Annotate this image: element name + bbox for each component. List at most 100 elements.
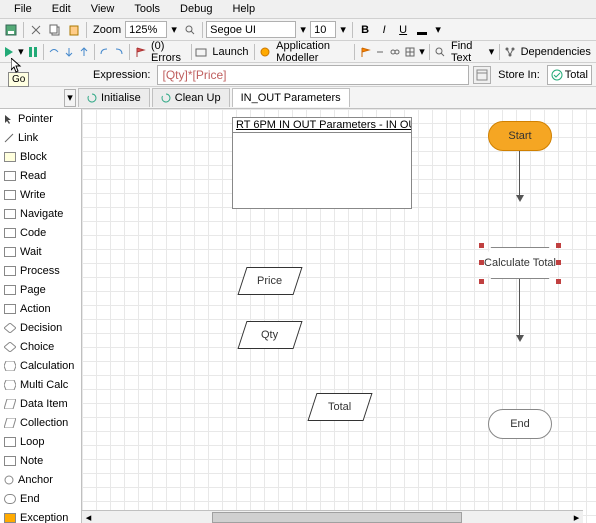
menu-edit[interactable]: Edit <box>42 1 81 17</box>
app-modeller-icon[interactable] <box>258 43 272 61</box>
step-out-icon[interactable] <box>77 43 91 61</box>
step-over-icon[interactable] <box>47 43 61 61</box>
app-modeller-label[interactable]: Application Modeller <box>273 40 351 64</box>
selection-handle[interactable] <box>479 243 484 248</box>
cut-icon[interactable] <box>27 21 45 39</box>
selection-handle[interactable] <box>556 243 561 248</box>
flag-icon[interactable] <box>358 43 372 61</box>
arrowhead-icon <box>516 335 524 342</box>
tool-decision[interactable]: Decision <box>0 318 81 337</box>
calculation-stage[interactable]: Calculate Total <box>482 247 558 279</box>
store-in-field[interactable]: Total <box>547 65 592 85</box>
redo-icon[interactable] <box>112 43 126 61</box>
toolbar-formatting: Zoom ▾ ▾ ▾ B I U ▾ <box>0 18 596 40</box>
selection-handle[interactable] <box>556 260 561 265</box>
step-into-icon[interactable] <box>62 43 76 61</box>
tool-data-item[interactable]: Data Item <box>0 394 81 413</box>
copy-icon[interactable] <box>46 21 64 39</box>
go-button[interactable] <box>2 43 16 61</box>
tool-navigate[interactable]: Navigate <box>0 204 81 223</box>
scroll-left-icon[interactable]: ◂ <box>82 511 95 523</box>
paste-icon[interactable] <box>65 21 83 39</box>
expression-builder-button[interactable] <box>473 66 491 84</box>
errors-flag-icon[interactable] <box>133 43 147 61</box>
save-icon[interactable] <box>2 21 20 39</box>
tool-read[interactable]: Read <box>0 166 81 185</box>
tool-code[interactable]: Code <box>0 223 81 242</box>
find-dropdown[interactable]: ▾ <box>487 43 496 61</box>
tool-process[interactable]: Process <box>0 261 81 280</box>
font-color-icon[interactable] <box>413 21 431 39</box>
canvas-area[interactable]: RT 6PM IN OUT Parameters - IN OUT Parame… <box>82 109 596 523</box>
menu-view[interactable]: View <box>81 1 125 17</box>
tool-end[interactable]: End <box>0 489 81 508</box>
search-icon[interactable] <box>181 21 199 39</box>
tool-note[interactable]: Note <box>0 451 81 470</box>
grid-icon[interactable] <box>403 43 417 61</box>
start-stage[interactable]: Start <box>488 121 552 151</box>
tool-anchor[interactable]: Anchor <box>0 470 81 489</box>
pause-button[interactable] <box>26 43 40 61</box>
selection-handle[interactable] <box>479 279 484 284</box>
tab-active[interactable]: IN_OUT Parameters <box>232 88 350 107</box>
zoom-input[interactable] <box>125 21 167 38</box>
tool-action[interactable]: Action <box>0 299 81 318</box>
go-dropdown[interactable]: ▾ <box>17 43 26 61</box>
data-item-price[interactable]: Price <box>242 267 298 295</box>
note-stage[interactable]: RT 6PM IN OUT Parameters - IN OUT Parame… <box>232 117 412 209</box>
font-size-input[interactable] <box>310 21 336 38</box>
tool-block[interactable]: Block <box>0 147 81 166</box>
selection-handle[interactable] <box>479 260 484 265</box>
tool-multi-calc[interactable]: Multi Calc <box>0 375 81 394</box>
dependencies-icon[interactable] <box>503 43 517 61</box>
dependencies-label[interactable]: Dependencies <box>518 46 594 58</box>
tab-list-dropdown[interactable]: ▾ <box>64 89 76 107</box>
tool-collection[interactable]: Collection <box>0 413 81 432</box>
tool-link[interactable]: Link <box>0 128 81 147</box>
data-item-total[interactable]: Total <box>312 393 368 421</box>
scroll-right-icon[interactable]: ▸ <box>570 511 583 523</box>
font-name-input[interactable] <box>206 21 296 38</box>
end-stage[interactable]: End <box>488 409 552 439</box>
font-name-dropdown[interactable]: ▾ <box>297 21 309 39</box>
menu-file[interactable]: File <box>4 1 42 17</box>
font-size-dropdown[interactable]: ▾ <box>337 21 349 39</box>
tool-page[interactable]: Page <box>0 280 81 299</box>
tool-pointer[interactable]: Pointer <box>0 109 81 128</box>
selection-handle[interactable] <box>556 279 561 284</box>
tool-exception[interactable]: Exception <box>0 508 81 523</box>
scrollbar-thumb[interactable] <box>212 512 462 523</box>
tool-wait[interactable]: Wait <box>0 242 81 261</box>
link-icon[interactable] <box>373 43 387 61</box>
tab-cleanup[interactable]: Clean Up <box>152 88 230 107</box>
font-color-dropdown[interactable]: ▾ <box>432 21 444 39</box>
bold-icon[interactable]: B <box>356 21 374 39</box>
menu-tools[interactable]: Tools <box>124 1 170 17</box>
chain-icon[interactable] <box>388 43 402 61</box>
menu-debug[interactable]: Debug <box>170 1 222 17</box>
canvas-grid[interactable]: RT 6PM IN OUT Parameters - IN OUT Parame… <box>82 109 596 523</box>
tool-choice[interactable]: Choice <box>0 337 81 356</box>
note-title: RT 6PM IN OUT Parameters - IN OUT Parame… <box>233 118 411 133</box>
find-text-label[interactable]: Find Text <box>448 40 486 64</box>
tab-initialise[interactable]: Initialise <box>78 88 150 107</box>
undo-icon[interactable] <box>97 43 111 61</box>
expression-input[interactable] <box>157 65 469 85</box>
zoom-label: Zoom <box>90 24 124 36</box>
errors-label[interactable]: (0) Errors <box>148 40 188 64</box>
underline-icon[interactable]: U <box>394 21 412 39</box>
find-icon[interactable] <box>433 43 447 61</box>
tool-loop[interactable]: Loop <box>0 432 81 451</box>
page-tabs: ▾ Initialise Clean Up IN_OUT Parameters <box>0 86 596 108</box>
launch-label[interactable]: Launch <box>209 46 251 58</box>
tool-write[interactable]: Write <box>0 185 81 204</box>
zoom-dropdown[interactable]: ▾ <box>168 21 180 39</box>
horizontal-scrollbar[interactable]: ◂ ▸ <box>82 510 583 523</box>
launch-icon[interactable] <box>194 43 208 61</box>
grid-dropdown[interactable]: ▾ <box>418 43 427 61</box>
italic-icon[interactable]: I <box>375 21 393 39</box>
menu-help[interactable]: Help <box>222 1 265 17</box>
tool-calculation[interactable]: Calculation <box>0 356 81 375</box>
store-in-label: Store In: <box>495 69 543 81</box>
data-item-qty[interactable]: Qty <box>242 321 298 349</box>
